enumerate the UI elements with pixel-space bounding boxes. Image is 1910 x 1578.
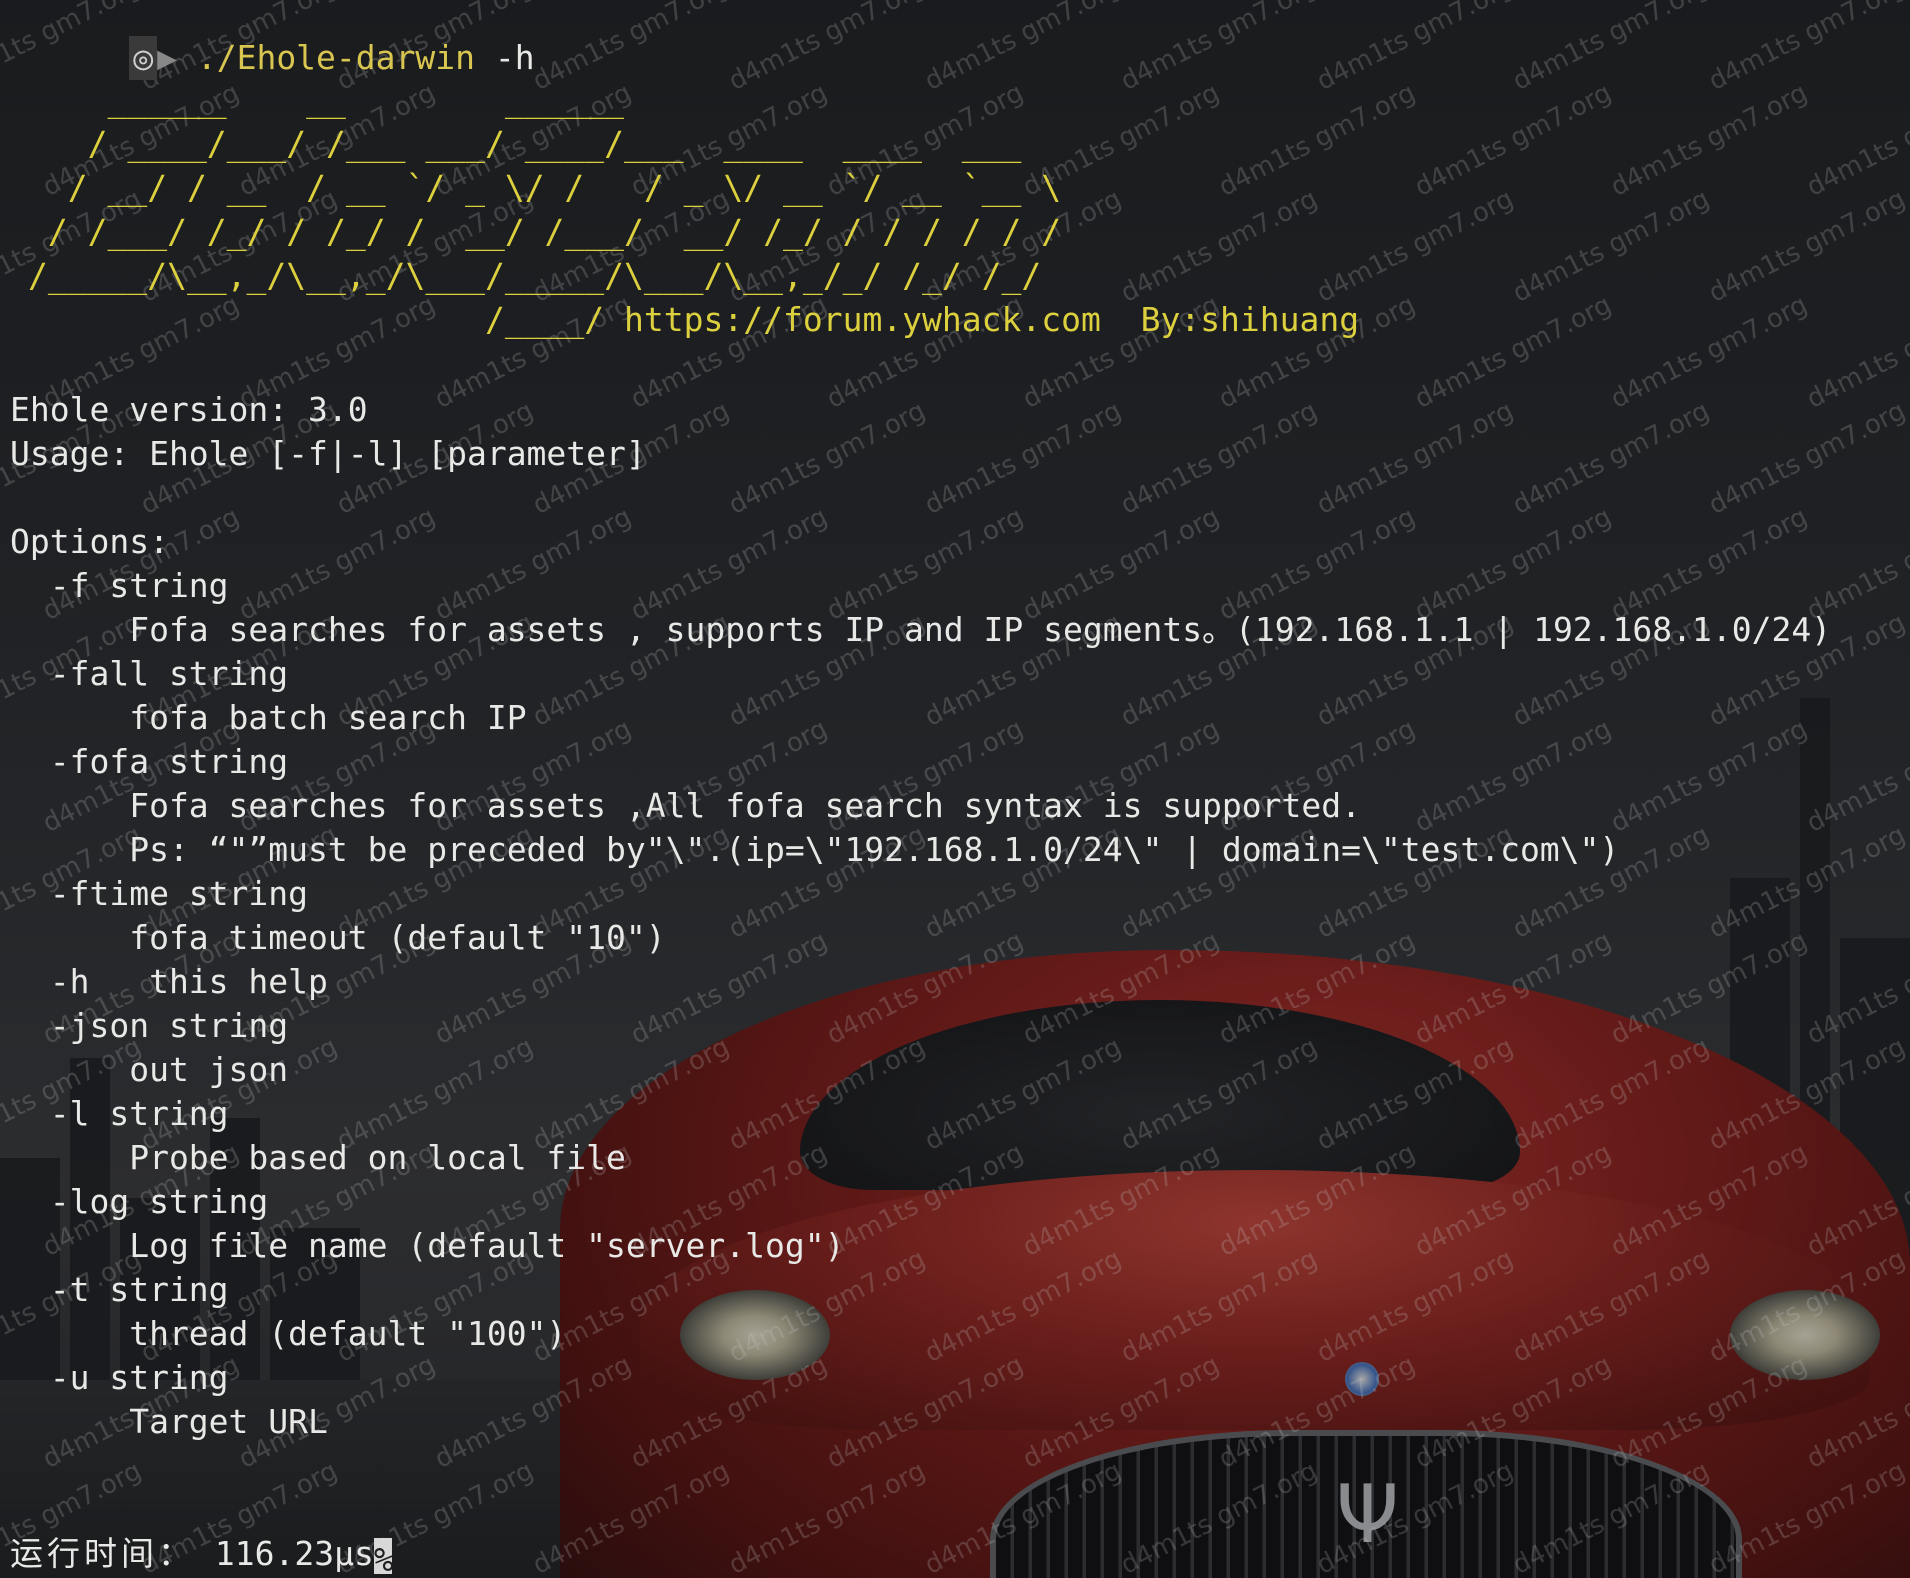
- option-description: fofa timeout (default "10"): [10, 918, 666, 957]
- usage-text: Usage: Ehole [-f|-l] [parameter]: [10, 434, 646, 473]
- option-flag: -ftime string: [10, 874, 309, 913]
- option-description: Target URL: [10, 1402, 328, 1441]
- runtime-value: 116.23μs: [195, 1534, 374, 1573]
- option-description: thread (default "100"): [10, 1314, 567, 1353]
- option-description: Ps: “"”must be preceded by"\".(ip=\"192.…: [10, 830, 1620, 869]
- option-description: Fofa searches for assets , supports IP a…: [10, 610, 1832, 649]
- banner-art-line: / /___/ /_/ / /_/ / __/ /___/ __/ /_/ / …: [28, 212, 1062, 251]
- option-flag: -fall string: [10, 654, 289, 693]
- option-description: Fofa searches for assets ,All fofa searc…: [10, 786, 1362, 825]
- option-flag: -u string: [10, 1358, 229, 1397]
- option-description: out json: [10, 1050, 289, 1089]
- option-description: Log file name (default "server.log"): [10, 1226, 845, 1265]
- option-flag: -json string: [10, 1006, 289, 1045]
- options-header: Options:: [10, 522, 169, 561]
- apple-logo-icon: ◎: [129, 36, 158, 80]
- banner-art-line: ______ __ ______: [28, 80, 625, 119]
- banner-signature: /____/ https://forum.ywhack.com By:shihu…: [28, 300, 1360, 339]
- banner-art-line: / __/ / __ / __ `/ _ \/ / / _ \/ __ `/ _…: [28, 168, 1062, 207]
- option-description: fofa batch search IP: [10, 698, 527, 737]
- option-flag: -f string: [10, 566, 229, 605]
- option-description: Probe based on local file: [10, 1138, 626, 1177]
- runtime-label: 运行时间：: [10, 1534, 195, 1573]
- prompt-arrow-icon: ▶: [157, 38, 177, 77]
- option-flag: -l string: [10, 1094, 229, 1133]
- terminal-window[interactable]: Ψ d4m1ts gm7.org d4m1ts gm7.org d4m1ts gm7…: [0, 0, 1910, 1578]
- version-text: Ehole version: 3.0: [10, 390, 368, 429]
- option-flag: -log string: [10, 1182, 269, 1221]
- banner-art-line: /_____/\__,_/\__,_/\___/_____/\___/\__,_…: [28, 256, 1042, 295]
- ascii-art-banner: ______ __ ______ / ____/___/ /___ ___/ _…: [28, 78, 1359, 342]
- option-flag: -fofa string: [10, 742, 289, 781]
- runtime-line: 运行时间： 116.23μs%: [10, 1532, 394, 1578]
- command-name: ./Ehole-darwin: [196, 38, 475, 77]
- option-flag: -t string: [10, 1270, 229, 1309]
- command-args: -h: [475, 38, 535, 77]
- terminal-output[interactable]: ◎ ▶ ./Ehole-darwin -h ______ __ ______ / …: [0, 0, 1910, 1578]
- terminal-cursor: %: [373, 1537, 394, 1578]
- banner-art-line: / ____/___/ /___ ___/ ____/___ ____ ____…: [28, 124, 1022, 163]
- option-flag: -h this help: [10, 962, 328, 1001]
